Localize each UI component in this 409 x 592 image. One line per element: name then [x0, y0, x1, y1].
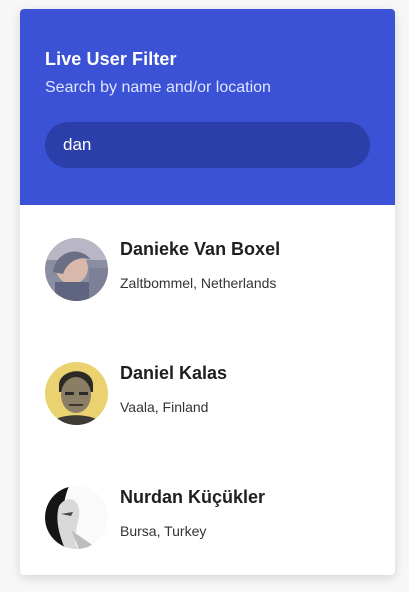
avatar: [45, 238, 108, 301]
user-location: Vaala, Finland: [120, 399, 209, 415]
user-name: Nurdan Küçükler: [120, 487, 266, 507]
list-item[interactable]: Danieke Van Boxel Zaltbommel, Netherland…: [20, 205, 395, 329]
avatar: [45, 486, 108, 549]
user-filter-card: Live User Filter Search by name and/or l…: [20, 9, 395, 575]
list-item[interactable]: Nurdan Küçükler Bursa, Turkey: [20, 453, 395, 575]
search-input[interactable]: [45, 122, 370, 168]
page-title: Live User Filter: [45, 49, 177, 69]
filter-header: Live User Filter Search by name and/or l…: [20, 9, 395, 205]
user-location: Bursa, Turkey: [120, 523, 207, 539]
avatar-photo-icon: [45, 486, 108, 549]
avatar-photo-icon: [45, 238, 108, 301]
list-item[interactable]: Daniel Kalas Vaala, Finland: [20, 329, 395, 453]
user-name: Danieke Van Boxel: [120, 239, 281, 259]
avatar: [45, 362, 108, 425]
page-subtitle: Search by name and/or location: [45, 79, 271, 96]
user-name: Daniel Kalas: [120, 363, 228, 383]
avatar-photo-icon: [45, 362, 108, 425]
user-location: Zaltbommel, Netherlands: [120, 275, 277, 291]
